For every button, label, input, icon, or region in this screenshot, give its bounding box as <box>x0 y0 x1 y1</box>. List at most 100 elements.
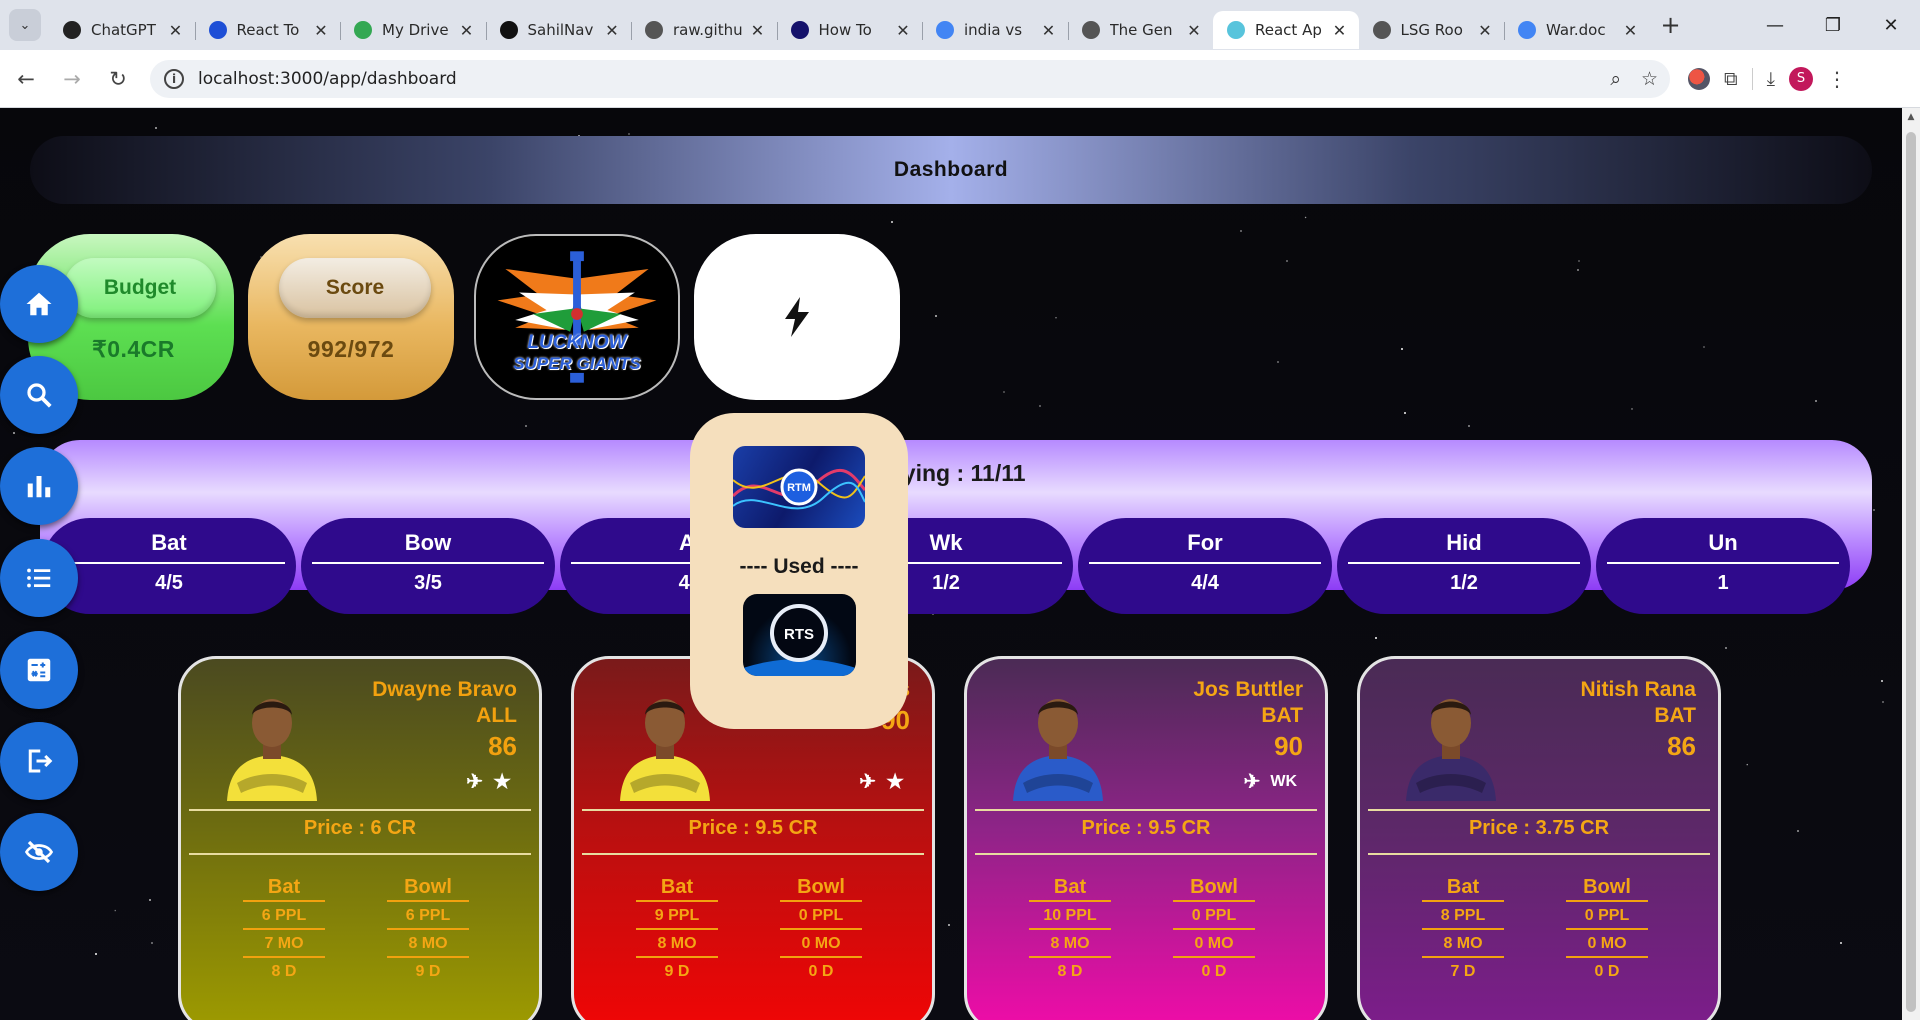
bowl-stat-value: 0 MO <box>1587 935 1627 952</box>
stat-underline <box>243 900 325 902</box>
bat-stat-value: 9 D <box>664 963 690 980</box>
star <box>149 898 152 901</box>
browser-tab[interactable]: SahilNav ✕ <box>485 11 632 49</box>
category-bar: Bat 4/5 Bow 3/5 A 4/Wk 1/2 For 4/4 Hid 1/2 Un 1 <box>42 518 1850 614</box>
lightning-bolt-icon <box>785 297 809 337</box>
url-text[interactable]: localhost:3000/app/dashboard <box>198 69 457 89</box>
browser-tab[interactable]: LSG Roo ✕ <box>1359 11 1505 49</box>
bat-stats: Bat 8 PPL 8 MO 7 D <box>1418 874 1508 984</box>
player-name: Dwayne Bravo <box>372 678 517 701</box>
sidebar-search-button[interactable] <box>0 356 78 434</box>
bowl-heading: Bowl <box>797 876 845 898</box>
forward-arrow-icon[interactable]: → <box>52 59 92 99</box>
sidebar-home-button[interactable] <box>0 265 78 343</box>
star <box>524 425 527 428</box>
sidebar-logout-button[interactable] <box>0 722 78 800</box>
power-card[interactable] <box>694 234 900 400</box>
browser-tab[interactable]: My Drive ✕ <box>340 11 486 49</box>
browser-tab[interactable]: War.doc ✕ <box>1504 11 1650 49</box>
star <box>1403 412 1406 414</box>
bowl-heading: Bowl <box>404 876 452 898</box>
category-chip[interactable]: Bow 3/5 <box>301 518 555 614</box>
browser-tab[interactable]: raw.githu ✕ <box>631 11 777 49</box>
browser-tab[interactable]: React Ap ✕ <box>1213 11 1359 49</box>
tab-close-icon[interactable]: ✕ <box>1476 21 1494 40</box>
browser-tab[interactable]: ChatGPT ✕ <box>49 11 195 49</box>
tab-close-icon[interactable]: ✕ <box>1622 21 1640 40</box>
team-logo-line1: LUCKNOW <box>527 332 627 353</box>
tab-close-icon[interactable]: ✕ <box>1040 21 1058 40</box>
google-drive-icon <box>354 21 372 39</box>
address-bar[interactable]: i localhost:3000/app/dashboard ⌕ ☆ <box>150 59 1670 98</box>
tab-close-icon[interactable]: ✕ <box>167 21 185 40</box>
stat-underline <box>1029 928 1111 930</box>
budget-label: Budget <box>64 258 216 318</box>
bat-heading: Bat <box>1446 876 1480 898</box>
tab-close-icon[interactable]: ✕ <box>1185 21 1203 40</box>
stat-underline <box>780 928 862 930</box>
back-arrow-icon[interactable]: ← <box>6 59 46 99</box>
sidebar-bar-chart-button[interactable] <box>0 447 78 525</box>
tab-close-icon[interactable]: ✕ <box>894 21 912 40</box>
sidebar-eye-off-button[interactable] <box>0 813 78 891</box>
player-card[interactable]: Dwayne Bravo ALL 86 ✈ ★ Price : 6 CR Bat 6… <box>178 656 542 1020</box>
page-scrollbar[interactable]: ▲ <box>1902 108 1920 1020</box>
rts-card[interactable]: RTS <box>743 594 856 676</box>
star <box>1578 259 1581 262</box>
tab-close-icon[interactable]: ✕ <box>458 21 476 40</box>
stat-underline <box>387 900 469 902</box>
zoom-icon[interactable]: ⌕ <box>1610 68 1621 90</box>
list-icon <box>24 563 54 593</box>
tab-close-icon[interactable]: ✕ <box>312 21 330 40</box>
sidebar-calculator-button[interactable] <box>0 631 78 709</box>
stat-underline <box>1173 956 1255 958</box>
sidebar-list-button[interactable] <box>0 539 78 617</box>
category-chip[interactable]: Hid 1/2 <box>1337 518 1591 614</box>
new-tab-button[interactable]: + <box>1654 11 1688 39</box>
rts-badge-icon: RTS <box>743 604 856 676</box>
stat-underline <box>1566 900 1648 902</box>
minimize-icon[interactable]: — <box>1746 0 1804 50</box>
tab-close-icon[interactable]: ✕ <box>603 21 621 40</box>
extensions-puzzle-icon[interactable]: ⧉ <box>1724 68 1738 90</box>
close-window-icon[interactable]: ✕ <box>1862 0 1920 50</box>
scroll-thumb[interactable] <box>1906 132 1916 1012</box>
browser-tab[interactable]: The Gen ✕ <box>1067 11 1214 49</box>
category-chip[interactable]: For 4/4 <box>1078 518 1332 614</box>
category-chip[interactable]: Bat 4/5 <box>42 518 296 614</box>
player-badges: ✈ ★ <box>859 769 904 794</box>
tab-search-chevron-icon[interactable]: ⌄ <box>9 9 41 41</box>
browser-tab[interactable]: How To ✕ <box>776 11 923 49</box>
bowl-stat-value: 0 MO <box>1194 935 1234 952</box>
rtm-card[interactable]: RTM <box>733 446 865 528</box>
browser-tab[interactable]: React To ✕ <box>194 11 341 49</box>
stat-underline <box>780 956 862 958</box>
bowl-stat-value: 0 PPL <box>798 907 844 924</box>
player-card[interactable]: Nitish Rana BAT 86 Price : 3.75 CR Bat 8… <box>1357 656 1721 1020</box>
bookmark-star-icon[interactable]: ☆ <box>1641 68 1658 90</box>
tab-close-icon[interactable]: ✕ <box>1331 21 1349 40</box>
reload-icon[interactable]: ↻ <box>98 59 138 99</box>
download-icon[interactable]: ⤓ <box>1767 68 1775 90</box>
site-info-icon[interactable]: i <box>164 68 184 89</box>
restore-icon[interactable]: ❐ <box>1804 0 1862 50</box>
browser-tab[interactable]: india vs ✕ <box>922 11 1068 49</box>
team-logo: LUCKNOW SUPER GIANTS <box>474 234 680 400</box>
player-card[interactable]: Jos Buttler BAT 90 ✈ WK Price : 9.5 CR Bat… <box>964 656 1328 1020</box>
extension-icon[interactable] <box>1688 67 1710 90</box>
bat-heading: Bat <box>267 876 301 898</box>
bowl-stat-value: 0 D <box>1594 963 1620 980</box>
scroll-up-arrow-icon[interactable]: ▲ <box>1902 108 1920 126</box>
category-chip[interactable]: Un 1 <box>1596 518 1850 614</box>
profile-avatar[interactable]: S <box>1788 66 1813 91</box>
category-value: 1/2 <box>1450 572 1478 594</box>
star <box>1880 679 1883 682</box>
star <box>1240 230 1243 233</box>
menu-kebab-icon[interactable]: ⋮ <box>1827 67 1847 91</box>
dashboard-header: Dashboard <box>30 136 1872 204</box>
tab-close-icon[interactable]: ✕ <box>749 21 767 40</box>
stat-underline <box>387 928 469 930</box>
bowl-stat-value: 0 D <box>808 963 834 980</box>
star <box>1881 700 1884 703</box>
star <box>1002 391 1005 394</box>
